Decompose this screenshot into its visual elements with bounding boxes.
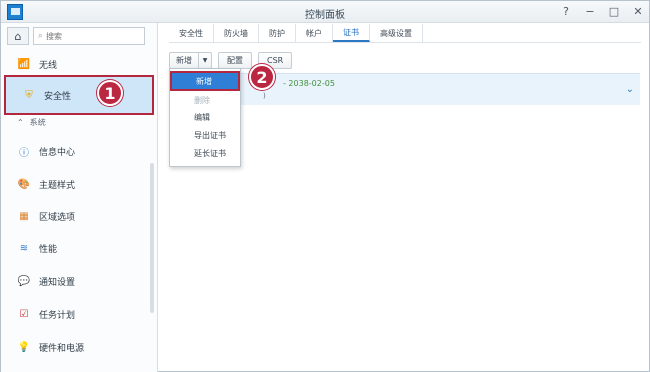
configure-button[interactable]: 配置 xyxy=(218,52,252,69)
tab-divider xyxy=(169,42,641,43)
sidebar-item-label: 主题样式 xyxy=(39,180,76,191)
sidebar-item-label: 无线 xyxy=(39,60,58,71)
bulb-icon: 💡 xyxy=(17,341,31,353)
sidebar-item-task-scheduler[interactable]: ☑ 任务计划 xyxy=(1,301,151,327)
sidebar-item-theme[interactable]: 🎨 主题样式 xyxy=(1,171,151,197)
caret-down-icon[interactable]: ▼ xyxy=(199,57,211,64)
sidebar-item-notifications[interactable]: 💬 通知设置 xyxy=(1,268,151,294)
add-button[interactable]: 新增 xyxy=(170,53,199,68)
annotation-callout-2: 2 xyxy=(249,64,275,90)
info-icon: ⓘ xyxy=(19,147,29,159)
sidebar-item-hardware-power[interactable]: 💡 硬件和电源 xyxy=(1,334,151,360)
window-controls: ? − □ ✕ xyxy=(559,4,645,18)
palette-icon: 🎨 xyxy=(17,178,31,190)
add-split-button[interactable]: 新增 ▼ xyxy=(169,52,212,69)
certificate-expiry: - 2038-02-05 xyxy=(283,79,335,88)
minimize-icon[interactable]: − xyxy=(583,4,597,18)
home-icon: ⌂ xyxy=(14,29,22,43)
sidebar-item-label: 硬件和电源 xyxy=(39,343,85,354)
search-input[interactable] xyxy=(46,31,137,41)
performance-icon: ≋ xyxy=(19,242,29,254)
menu-item-export-certificate[interactable]: 导出证书 xyxy=(170,128,240,143)
tab-certificate[interactable]: 证书 xyxy=(333,24,370,42)
search-box[interactable]: ⌕ xyxy=(33,27,145,45)
toolbar: 新增 ▼ 配置 CSR xyxy=(169,52,293,69)
sidebar-item-label: 性能 xyxy=(39,244,58,255)
sidebar-item-performance[interactable]: ≋ 性能 xyxy=(1,235,151,261)
tab-firewall[interactable]: 防火墙 xyxy=(214,24,259,42)
section-header-system[interactable]: ⌃ 系统 xyxy=(17,117,46,128)
chat-icon: 💬 xyxy=(17,275,31,287)
chevron-up-icon: ⌃ xyxy=(17,118,24,127)
annotation-callout-1: 1 xyxy=(97,80,123,106)
menu-item-add[interactable]: 新增 xyxy=(170,71,240,91)
menu-item-delete[interactable]: 删除 xyxy=(170,93,240,108)
help-icon[interactable]: ? xyxy=(559,4,573,18)
sidebar-item-label: 信息中心 xyxy=(39,147,76,158)
sidebar-item-security[interactable]: ⛨ 安全性 xyxy=(4,75,154,115)
sidebar-item-label: 安全性 xyxy=(44,91,72,102)
add-dropdown-menu: 新增 删除 编辑 导出证书 延长证书 xyxy=(169,68,241,167)
home-button[interactable]: ⌂ xyxy=(7,27,29,45)
sidebar-scrollbar[interactable] xyxy=(150,163,154,313)
tab-bar: 安全性 防火墙 防护 帐户 证书 高级设置 xyxy=(169,24,423,42)
sidebar-item-label: 任务计划 xyxy=(39,310,76,321)
sidebar-item-label: 区域选项 xyxy=(39,212,76,223)
shield-icon: ⛨ xyxy=(25,89,33,101)
tab-security[interactable]: 安全性 xyxy=(169,24,214,42)
tab-protection[interactable]: 防护 xyxy=(259,24,296,42)
certificate-row[interactable]: gy - 2038-02-05 ) ⌄ xyxy=(171,73,640,105)
control-panel-window: 控制面板 ? − □ ✕ ⌂ ⌕ 📶 无线 ⛨ 安全性 ⌃ 系统 xyxy=(0,0,650,372)
tab-advanced[interactable]: 高级设置 xyxy=(370,24,423,42)
title-bar: 控制面板 ? − □ ✕ xyxy=(1,1,649,23)
menu-item-renew-certificate[interactable]: 延长证书 xyxy=(170,146,240,161)
search-icon: ⌕ xyxy=(38,31,44,41)
maximize-icon[interactable]: □ xyxy=(607,4,621,18)
menu-item-edit[interactable]: 编辑 xyxy=(170,110,240,125)
sidebar-item-wireless[interactable]: 📶 无线 xyxy=(1,51,151,77)
certificate-subtitle: ) xyxy=(263,92,266,100)
sidebar: ⌂ ⌕ 📶 无线 ⛨ 安全性 ⌃ 系统 ⓘ 信息中心 🎨 主题样式 ▦ xyxy=(1,23,158,372)
sidebar-item-label: 通知设置 xyxy=(39,277,76,288)
sidebar-item-info-center[interactable]: ⓘ 信息中心 xyxy=(1,138,151,164)
calendar-icon: ☑ xyxy=(19,308,29,320)
chevron-down-icon[interactable]: ⌄ xyxy=(626,84,634,95)
window-title: 控制面板 xyxy=(305,10,345,21)
sidebar-item-region[interactable]: ▦ 区域选项 xyxy=(1,203,151,229)
wifi-icon: 📶 xyxy=(17,58,31,70)
tab-account[interactable]: 帐户 xyxy=(296,24,333,42)
region-icon: ▦ xyxy=(19,210,29,222)
close-icon[interactable]: ✕ xyxy=(631,4,645,18)
sidebar-top: ⌂ ⌕ xyxy=(7,27,145,45)
